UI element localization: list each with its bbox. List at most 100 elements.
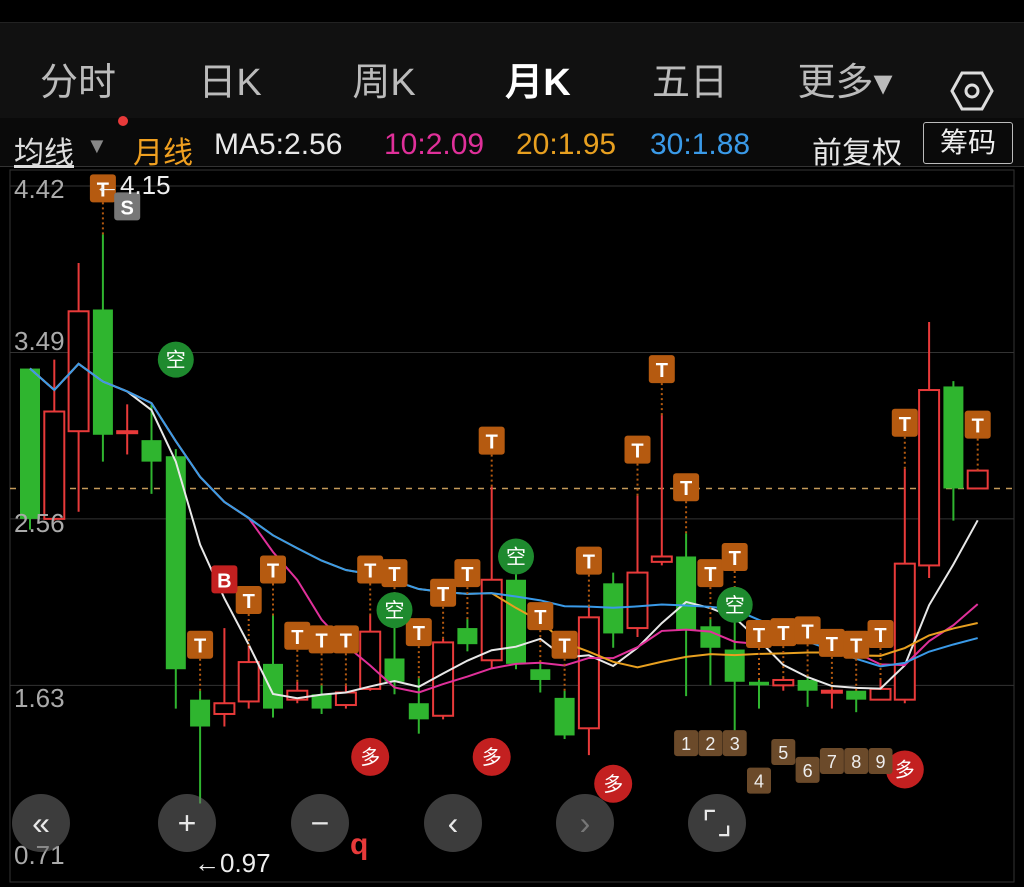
candle-body — [554, 697, 575, 736]
ma30-value: 30:1.88 — [650, 128, 751, 161]
t-marker-label: T — [194, 636, 206, 658]
high-price-annotation: ←4.15 — [94, 170, 171, 200]
candle-body — [20, 368, 40, 519]
period-tabs: 分时 日K 周K 月K 五日 更多▾ — [0, 22, 1024, 137]
t-marker-label: T — [583, 552, 595, 574]
candle-body — [943, 386, 964, 489]
candle-body — [820, 689, 843, 694]
candle-body — [676, 556, 697, 630]
candle-body — [749, 681, 769, 686]
candle-body — [116, 430, 139, 435]
candle-body — [650, 555, 673, 563]
number-marker-label: 1 — [681, 734, 691, 754]
candle-body — [408, 703, 429, 720]
t-marker-label: T — [656, 360, 668, 382]
kong-marker-label: 空 — [506, 544, 526, 568]
ma-type-dropdown[interactable]: 均线 — [14, 128, 74, 172]
kline-chart[interactable]: TTTTTTTTTTTTTTTTTTTTTTTTTTTTTSB空空空空多多多多1… — [0, 168, 1024, 887]
candle-body — [432, 641, 455, 717]
tab-more[interactable]: 更多▾ — [775, 51, 915, 106]
scroll-left-button[interactable]: ‹ — [424, 794, 482, 852]
t-marker-label: T — [243, 591, 255, 613]
t-marker-label: T — [291, 627, 303, 649]
candle-body — [869, 687, 892, 701]
duo-marker-label: 多 — [895, 757, 915, 781]
t-marker-label: T — [534, 607, 546, 629]
t-marker-label: T — [388, 564, 400, 586]
candle-body — [797, 679, 818, 691]
rewind-button[interactable]: « — [12, 794, 70, 852]
ma5-value: MA5:2.56 — [214, 128, 343, 161]
price-label-mid-high: 3.49 — [14, 326, 65, 356]
candle-body — [92, 309, 113, 435]
candle-body — [700, 626, 721, 648]
fullscreen-button[interactable]: ⌜⌟ — [688, 794, 746, 852]
candle-body — [772, 678, 795, 687]
settings-hexagon-icon[interactable] — [950, 69, 994, 113]
candle-body — [506, 579, 526, 664]
t-marker-label: T — [486, 432, 498, 454]
number-marker-label: 9 — [875, 752, 885, 772]
price-adjust-toggle[interactable]: 前复权 — [812, 128, 902, 172]
t-marker-label: T — [413, 623, 425, 645]
candle-body — [263, 663, 283, 709]
tab-monthly-k[interactable]: 月K — [468, 51, 608, 106]
price-label-mid-low: 1.63 — [14, 683, 65, 713]
candle-body — [846, 690, 867, 700]
t-marker-label: T — [753, 625, 765, 647]
zoom-out-button[interactable]: − — [291, 794, 349, 852]
number-marker-label: 5 — [778, 743, 788, 763]
kong-marker-label: 空 — [166, 348, 186, 372]
zoom-in-button[interactable]: + — [158, 794, 216, 852]
b-marker-label: B — [217, 570, 231, 592]
number-marker-label: 2 — [705, 734, 715, 754]
scroll-right-button[interactable]: › — [556, 794, 614, 852]
t-marker-label: T — [777, 623, 789, 645]
candle-body — [457, 628, 478, 645]
t-marker-label: T — [364, 561, 376, 583]
kong-marker-label: 空 — [385, 598, 405, 622]
t-marker-label: T — [631, 441, 643, 463]
t-marker-label: T — [461, 564, 473, 586]
tab-intraday[interactable]: 分时 — [8, 51, 148, 106]
tab-daily-k[interactable]: 日K — [160, 51, 300, 106]
chips-button[interactable]: 筹码 — [923, 122, 1013, 164]
notification-dot — [118, 116, 128, 126]
t-marker-label: T — [267, 561, 279, 583]
t-marker-label: T — [899, 414, 911, 436]
t-marker-label: T — [315, 630, 327, 652]
duo-marker-label: 多 — [603, 772, 623, 796]
number-marker-label: 8 — [851, 752, 861, 772]
tab-five-day[interactable]: 五日 — [620, 51, 760, 106]
low-price-annotation: ←0.97 — [194, 848, 271, 878]
candle-body — [966, 469, 989, 490]
kong-marker-label: 空 — [725, 593, 745, 617]
candle-body — [918, 389, 941, 567]
candle-body — [893, 562, 916, 701]
candle-body — [213, 702, 236, 715]
duo-marker-label: 多 — [360, 745, 380, 769]
candle-body — [141, 440, 162, 462]
candle-body — [190, 699, 211, 727]
candle-body — [384, 658, 405, 682]
t-marker-label: T — [801, 621, 813, 643]
t-marker-label: T — [704, 564, 716, 586]
ma-period-label: 月线 — [133, 137, 193, 170]
number-marker-label: 4 — [754, 772, 764, 792]
t-marker-label: T — [729, 548, 741, 570]
price-label-mid: 2.56 — [14, 508, 65, 538]
t-marker-label: T — [437, 584, 449, 606]
candle-body — [577, 616, 600, 730]
candle-body — [626, 571, 649, 630]
tab-weekly-k[interactable]: 周K — [314, 51, 454, 106]
ma20-value: 20:1.95 — [516, 128, 617, 161]
duo-marker-label: 多 — [482, 745, 502, 769]
number-marker-label: 7 — [827, 752, 837, 772]
t-marker-label: T — [874, 625, 886, 647]
candle-body — [43, 410, 66, 520]
chart-frame — [9, 169, 1015, 883]
quote-marker: q — [350, 828, 369, 861]
t-marker-label: T — [972, 416, 984, 438]
candle-body — [530, 669, 551, 680]
number-marker-label: 6 — [803, 761, 813, 781]
